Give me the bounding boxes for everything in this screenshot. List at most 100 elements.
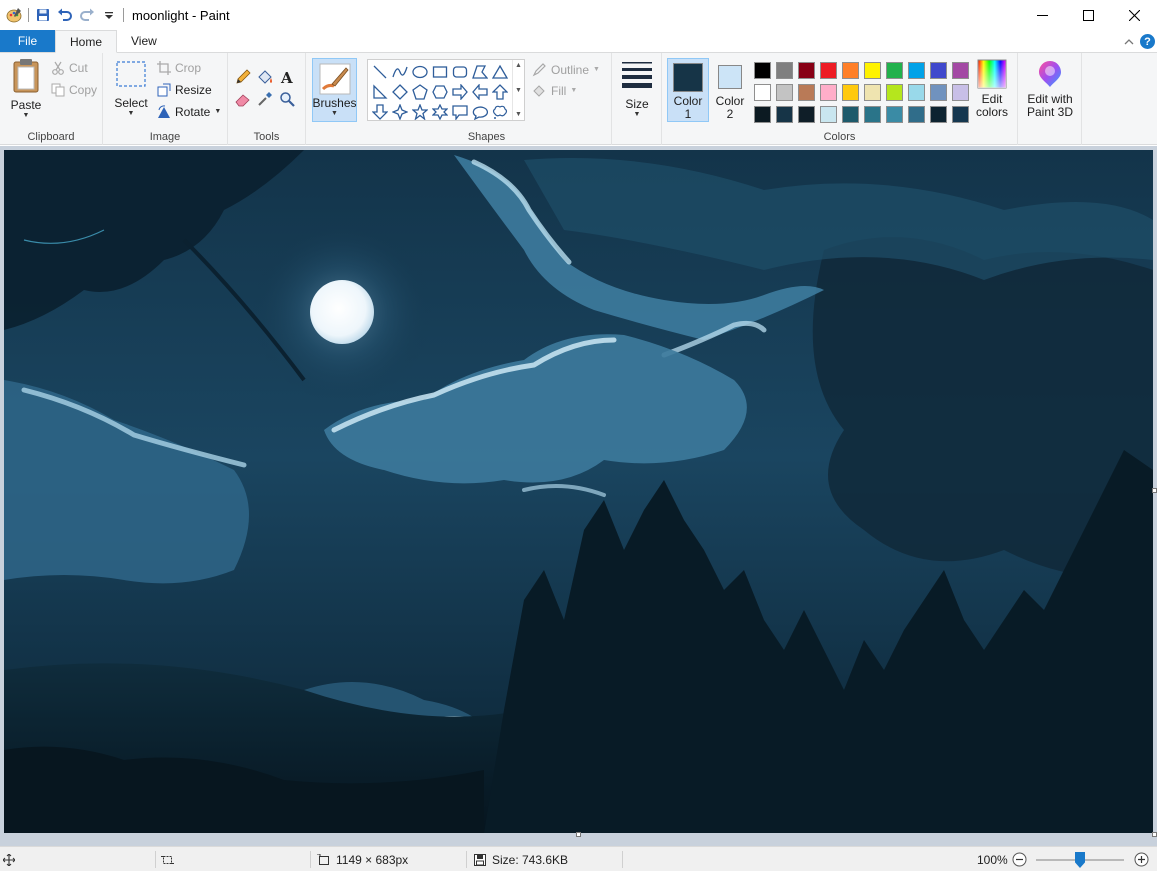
palette-color-4[interactable] xyxy=(817,59,839,81)
palette-color-28[interactable] xyxy=(905,103,927,125)
palette-color-24[interactable] xyxy=(817,103,839,125)
minimize-button[interactable] xyxy=(1019,0,1065,30)
palette-color-2[interactable] xyxy=(773,59,795,81)
color-picker-icon[interactable] xyxy=(254,88,276,110)
left-arrow-shape-icon[interactable] xyxy=(470,82,490,102)
resize-handle-corner[interactable] xyxy=(1152,832,1157,837)
palette-color-14[interactable] xyxy=(817,81,839,103)
palette-color-5[interactable] xyxy=(839,59,861,81)
save-icon[interactable] xyxy=(35,7,51,23)
canvas-workspace[interactable] xyxy=(0,146,1157,846)
five-point-star-shape-icon[interactable] xyxy=(410,102,430,122)
rectangle-shape-icon[interactable] xyxy=(430,62,450,82)
pentagon-shape-icon[interactable] xyxy=(410,82,430,102)
palette-color-19[interactable] xyxy=(927,81,949,103)
curve-shape-icon[interactable] xyxy=(390,62,410,82)
eraser-icon[interactable] xyxy=(232,88,254,110)
dropdown-arrow-icon[interactable] xyxy=(101,7,117,23)
palette-color-7[interactable] xyxy=(883,59,905,81)
palette-color-21[interactable] xyxy=(751,103,773,125)
edit-with-paint3d-button[interactable]: Edit with Paint 3D xyxy=(1022,59,1078,119)
zoom-in-button[interactable] xyxy=(1134,847,1149,871)
close-button[interactable] xyxy=(1111,0,1157,30)
magnifier-icon[interactable] xyxy=(276,88,298,110)
palette-color-22[interactable] xyxy=(773,103,795,125)
palette-color-18[interactable] xyxy=(905,81,927,103)
palette-color-25[interactable] xyxy=(839,103,861,125)
resize-handle-right[interactable] xyxy=(1152,488,1157,493)
palette-color-23[interactable] xyxy=(795,103,817,125)
palette-color-29[interactable] xyxy=(927,103,949,125)
oval-shape-icon[interactable] xyxy=(410,62,430,82)
palette-color-30[interactable] xyxy=(949,103,971,125)
copy-button[interactable]: Copy xyxy=(51,83,97,97)
crop-button[interactable]: Crop xyxy=(157,61,201,75)
palette-color-10[interactable] xyxy=(949,59,971,81)
zoom-out-button[interactable] xyxy=(1012,847,1027,871)
palette-color-27[interactable] xyxy=(883,103,905,125)
right-arrow-shape-icon[interactable] xyxy=(450,82,470,102)
palette-color-8[interactable] xyxy=(905,59,927,81)
scroll-down-icon[interactable]: ▼ xyxy=(515,87,522,94)
palette-color-9[interactable] xyxy=(927,59,949,81)
resize-button[interactable]: Resize xyxy=(157,83,212,97)
maximize-button[interactable] xyxy=(1065,0,1111,30)
right-triangle-shape-icon[interactable] xyxy=(370,82,390,102)
tab-home[interactable]: Home xyxy=(55,30,118,53)
color1-selector[interactable]: Color 1 xyxy=(667,58,709,122)
undo-icon[interactable] xyxy=(57,7,73,23)
rectangular-callout-shape-icon[interactable] xyxy=(450,102,470,122)
palette-swatch xyxy=(951,61,969,79)
palette-color-17[interactable] xyxy=(883,81,905,103)
polygon-shape-icon[interactable] xyxy=(470,62,490,82)
four-point-star-shape-icon[interactable] xyxy=(390,102,410,122)
palette-color-13[interactable] xyxy=(795,81,817,103)
zoom-slider-thumb[interactable] xyxy=(1075,852,1085,868)
palette-color-3[interactable] xyxy=(795,59,817,81)
diamond-shape-icon[interactable] xyxy=(390,82,410,102)
clipboard-group: Paste ▼ Cut Copy Clipboard xyxy=(0,53,103,145)
scroll-up-icon[interactable]: ▲ xyxy=(515,62,522,69)
color2-selector[interactable]: Color 2 xyxy=(709,58,751,122)
six-point-star-shape-icon[interactable] xyxy=(430,102,450,122)
shapes-scrollbar[interactable]: ▲ ▼ ▼ xyxy=(512,60,524,120)
cut-button[interactable]: Cut xyxy=(51,61,88,75)
palette-color-11[interactable] xyxy=(751,81,773,103)
up-arrow-shape-icon[interactable] xyxy=(490,82,510,102)
drawing-canvas[interactable] xyxy=(4,150,1153,833)
palette-color-15[interactable] xyxy=(839,81,861,103)
fill-button[interactable]: Fill ▼ xyxy=(532,83,577,98)
hexagon-shape-icon[interactable] xyxy=(430,82,450,102)
redo-icon[interactable] xyxy=(79,7,95,23)
cloud-callout-shape-icon[interactable] xyxy=(490,102,510,122)
triangle-shape-icon[interactable] xyxy=(490,62,510,82)
tab-file[interactable]: File xyxy=(0,30,55,52)
resize-handle-bottom[interactable] xyxy=(576,832,581,837)
select-button[interactable]: Select ▼ xyxy=(111,58,151,118)
paint-palette-icon[interactable] xyxy=(6,7,22,23)
pencil-icon[interactable] xyxy=(232,66,254,88)
palette-color-26[interactable] xyxy=(861,103,883,125)
brushes-button[interactable]: Brushes ▼ xyxy=(312,58,357,122)
gallery-expand-icon[interactable]: ▼ xyxy=(515,111,522,118)
paste-button[interactable]: Paste ▼ xyxy=(6,58,46,120)
palette-color-12[interactable] xyxy=(773,81,795,103)
rotate-button[interactable]: Rotate ▼ xyxy=(157,105,221,119)
palette-swatch xyxy=(929,83,947,101)
line-shape-icon[interactable] xyxy=(370,62,390,82)
help-icon[interactable]: ? xyxy=(1140,34,1155,49)
rounded-rectangle-shape-icon[interactable] xyxy=(450,62,470,82)
fill-bucket-icon[interactable] xyxy=(254,66,276,88)
text-icon[interactable]: A xyxy=(276,66,298,88)
palette-color-6[interactable] xyxy=(861,59,883,81)
palette-color-20[interactable] xyxy=(949,81,971,103)
collapse-ribbon-icon[interactable] xyxy=(1124,35,1134,49)
tab-view[interactable]: View xyxy=(117,30,171,52)
oval-callout-shape-icon[interactable] xyxy=(470,102,490,122)
outline-button[interactable]: Outline ▼ xyxy=(532,62,600,77)
size-button[interactable]: Size ▼ xyxy=(617,59,657,119)
palette-color-1[interactable] xyxy=(751,59,773,81)
palette-color-16[interactable] xyxy=(861,81,883,103)
down-arrow-shape-icon[interactable] xyxy=(370,102,390,122)
edit-colors-button[interactable]: Edit colors xyxy=(973,59,1011,119)
